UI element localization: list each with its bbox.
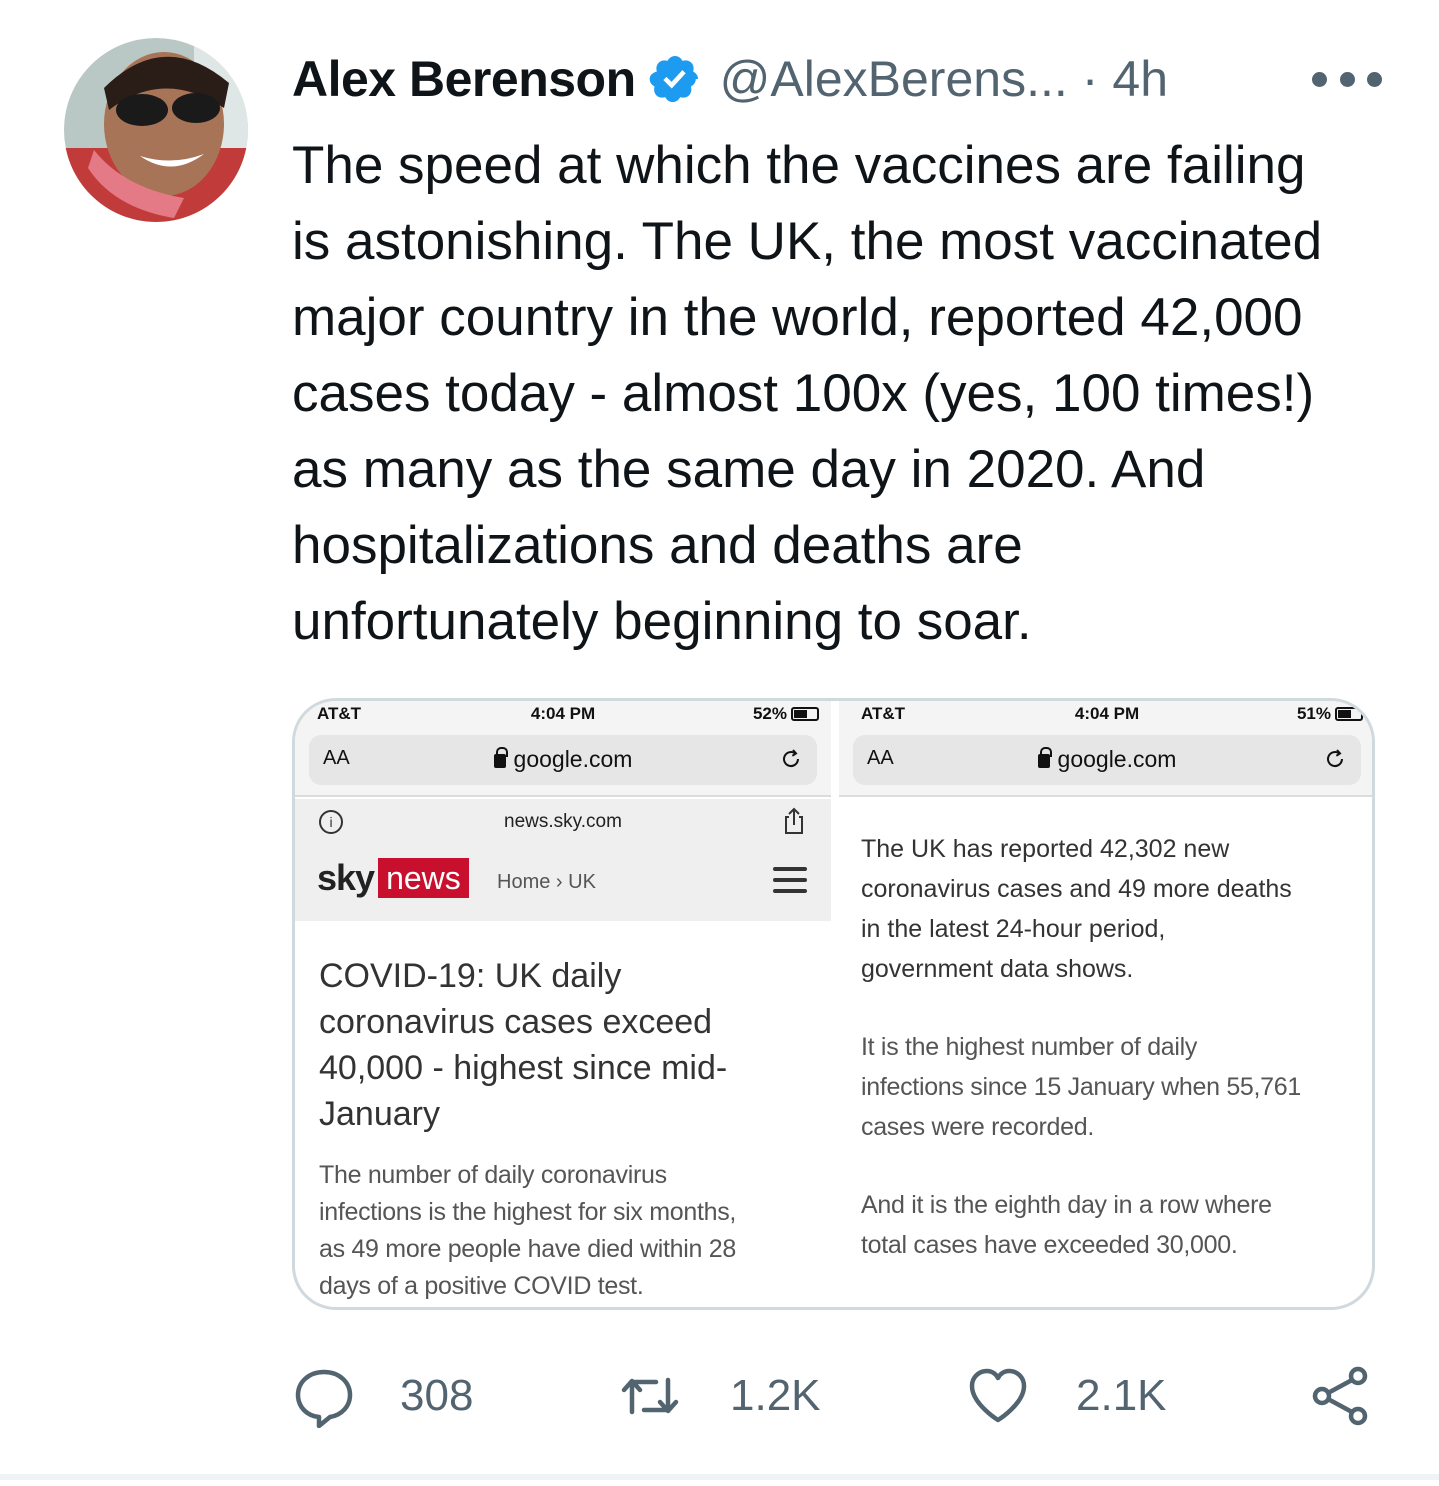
tweet-text-line: unfortunately beginning to soar. [292,592,1032,651]
headline-line: COVID-19: UK daily [319,957,622,995]
tweet-text-line: is astonishing. The UK, the most vaccina… [292,212,1323,271]
url-label: google.com [1057,746,1177,772]
paragraph-line: coronavirus cases and 49 more deaths [861,875,1292,903]
sky-logo-text: sky [317,857,375,898]
tweet-timestamp[interactable]: 4h [1112,50,1168,108]
headline-line: 40,000 - highest since mid- [319,1049,728,1087]
screenshot-left[interactable]: AT&T 4:04 PM 52% AA google.com i news.sk… [295,701,831,1307]
standfirst-line: days of a positive COVID test. [319,1272,644,1300]
headline-line: coronavirus cases exceed [319,1003,713,1041]
tweet-header: Alex Berenson @AlexBerens... · 4h [292,46,1382,112]
battery-percent: 52% [752,704,787,723]
reply-button[interactable]: 308 [292,1360,473,1432]
paragraph-line: total cases have exceeded 30,000. [861,1231,1238,1259]
battery-icon [791,707,819,721]
screenshot-right[interactable]: AT&T 4:04 PM 51% AA google.com The UK ha… [839,701,1372,1307]
tweet-text-line: The speed at which the vaccines are fail… [292,136,1306,195]
site-url: news.sky.com [504,811,622,832]
status-bar: AT&T 4:04 PM 52% [295,701,831,731]
battery-icon [1335,707,1363,721]
sky-news-logo: sky news [317,857,469,899]
tweet-text-line: hospitalizations and deaths are [292,516,1023,575]
paragraph-line: infections since 15 January when 55,761 [861,1073,1301,1101]
share-button[interactable] [1308,1360,1372,1432]
separator-dot: · [1081,51,1099,107]
share-icon [1312,1366,1368,1426]
amp-header: i news.sky.com sky news Home › UK [295,799,831,921]
tweet-text-line: as many as the same day in 2020. And [292,440,1206,499]
breadcrumb: Home › UK [497,871,596,893]
hamburger-menu-icon [773,867,807,893]
paragraph-line: The UK has reported 42,302 new [861,835,1230,863]
more-options-icon[interactable] [1312,64,1382,94]
article-standfirst: The number of daily coronavirus infectio… [319,1157,819,1305]
avatar[interactable] [64,38,248,222]
author-name[interactable]: Alex Berenson [292,50,636,108]
paragraph-line: It is the highest number of daily [861,1033,1198,1061]
article-paragraph: It is the highest number of daily infect… [861,1027,1361,1147]
tweet-text: The speed at which the vaccines are fail… [292,128,1392,660]
address-url: google.com [853,746,1361,773]
share-icon [785,807,803,834]
status-time: 4:04 PM [1074,704,1140,723]
url-label: google.com [513,746,633,772]
lock-icon [493,747,508,768]
reply-count: 308 [400,1371,474,1420]
tweet-text-line: major country in the world, reported 42,… [292,288,1303,347]
tweet-divider [0,1474,1439,1480]
headline-line: January [319,1095,440,1133]
standfirst-line: infections is the highest for six months… [319,1198,737,1226]
article-body: The UK has reported 42,302 new coronavir… [861,829,1361,1265]
news-logo-text: news [378,858,469,898]
tweet-text-line: cases today - almost 100x (yes, 100 time… [292,364,1315,423]
address-bar: AA google.com [309,735,817,785]
status-time: 4:04 PM [530,704,596,723]
battery-indicator: 52% [753,704,819,724]
paragraph-line: cases were recorded. [861,1113,1095,1141]
reload-icon [1327,749,1344,768]
reload-icon [783,749,800,768]
lock-icon [1037,747,1052,768]
retweet-count: 1.2K [730,1371,821,1420]
standfirst-line: as 49 more people have died within 28 [319,1235,736,1263]
tweet-actions: 308 1.2K 2.1K [292,1360,1382,1432]
like-button[interactable]: 2.1K [966,1360,1167,1432]
battery-percent: 51% [1296,704,1331,723]
standfirst-line: The number of daily coronavirus [319,1161,667,1189]
address-url: google.com [309,746,817,773]
retweet-icon [621,1377,679,1415]
address-bar: AA google.com [853,735,1361,785]
verified-badge-icon [649,55,698,103]
heart-icon [969,1368,1027,1423]
retweet-button[interactable]: 1.2K [618,1360,821,1432]
paragraph-line: government data shows. [861,955,1134,983]
paragraph-line: And it is the eighth day in a row where [861,1191,1272,1219]
media-divider [831,701,839,1307]
tweet-media[interactable]: AT&T 4:04 PM 52% AA google.com i news.sk… [292,698,1375,1310]
author-handle[interactable]: @AlexBerens... [720,50,1068,108]
browser-toolbar: AA google.com [839,731,1372,797]
browser-toolbar: AA google.com [295,731,831,797]
article-paragraph: And it is the eighth day in a row where … [861,1185,1361,1265]
article-paragraph: The UK has reported 42,302 new coronavir… [861,829,1361,989]
like-count: 2.1K [1076,1371,1167,1420]
reply-icon [295,1369,353,1428]
battery-indicator: 51% [1297,704,1363,724]
paragraph-line: in the latest 24-hour period, [861,915,1166,943]
article-headline: COVID-19: UK daily coronavirus cases exc… [319,953,809,1137]
status-bar: AT&T 4:04 PM 51% [839,701,1372,731]
